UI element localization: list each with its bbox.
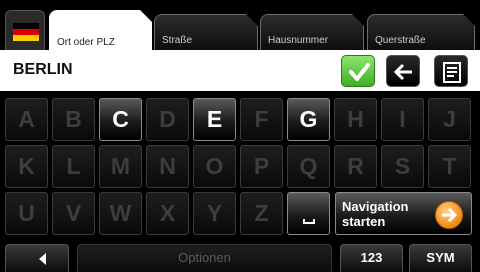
tab-label: Hausnummer: [268, 35, 329, 46]
tab-cross-street[interactable]: Querstraße: [367, 14, 475, 50]
start-navigation-label: Navigation starten: [342, 199, 409, 229]
key-l[interactable]: L: [52, 145, 95, 188]
key-y[interactable]: Y: [193, 192, 236, 235]
key-m[interactable]: M: [99, 145, 142, 188]
key-p[interactable]: P: [240, 145, 283, 188]
tab-street[interactable]: Straße: [154, 14, 258, 50]
key-c[interactable]: C: [99, 98, 142, 141]
back-button[interactable]: [5, 244, 69, 272]
space-icon: [303, 219, 315, 224]
tab-city-or-zip[interactable]: Ort oder PLZ: [49, 10, 152, 51]
backspace-button[interactable]: [386, 55, 420, 87]
tab-house-number[interactable]: Hausnummer: [260, 14, 364, 50]
key-o[interactable]: O: [193, 145, 236, 188]
arrow-left-icon: [393, 63, 412, 81]
tab-bar: Ort oder PLZ Straße Hausnummer Querstraß…: [0, 0, 480, 51]
key-k[interactable]: K: [5, 145, 48, 188]
key-r[interactable]: R: [334, 145, 377, 188]
key-n[interactable]: N: [146, 145, 189, 188]
key-i[interactable]: I: [381, 98, 424, 141]
key-b[interactable]: B: [52, 98, 95, 141]
symbols-keyboard-button[interactable]: SYM: [409, 244, 472, 272]
key-x[interactable]: X: [146, 192, 189, 235]
list-icon: [443, 62, 461, 83]
checkmark-icon: [349, 63, 370, 81]
search-input[interactable]: BERLIN: [13, 61, 73, 79]
tab-label: Querstraße: [375, 35, 426, 46]
germany-flag-icon: [13, 23, 39, 41]
key-e[interactable]: E: [193, 98, 236, 141]
key-f[interactable]: F: [240, 98, 283, 141]
confirm-button[interactable]: [341, 55, 375, 87]
triangle-left-icon: [39, 253, 46, 265]
tab-label: Straße: [162, 35, 193, 46]
key-g[interactable]: G: [287, 98, 330, 141]
key-a[interactable]: A: [5, 98, 48, 141]
input-bar: BERLIN: [0, 50, 480, 91]
key-d[interactable]: D: [146, 98, 189, 141]
keyboard: A B C D E F G H I J K L M N O P Q R S T …: [0, 91, 480, 243]
tab-label: Ort oder PLZ: [57, 37, 115, 48]
bottom-bar: Optionen 123 SYM: [0, 243, 480, 272]
key-q[interactable]: Q: [287, 145, 330, 188]
key-t[interactable]: T: [428, 145, 471, 188]
arrow-right-icon: [435, 201, 463, 229]
key-h[interactable]: H: [334, 98, 377, 141]
key-j[interactable]: J: [428, 98, 471, 141]
result-list-button[interactable]: [434, 55, 468, 87]
numbers-keyboard-button[interactable]: 123: [340, 244, 403, 272]
key-v[interactable]: V: [52, 192, 95, 235]
options-button[interactable]: Optionen: [77, 244, 332, 272]
key-w[interactable]: W: [99, 192, 142, 235]
space-key[interactable]: [287, 192, 330, 235]
key-u[interactable]: U: [5, 192, 48, 235]
key-s[interactable]: S: [381, 145, 424, 188]
key-z[interactable]: Z: [240, 192, 283, 235]
start-navigation-button[interactable]: Navigation starten: [335, 192, 472, 235]
country-selector-button[interactable]: [5, 10, 45, 50]
